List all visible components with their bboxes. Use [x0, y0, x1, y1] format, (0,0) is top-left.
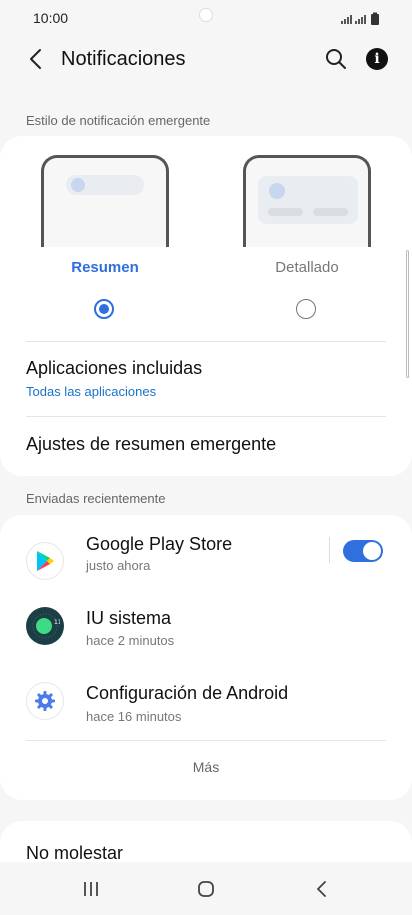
back-arrow-icon — [30, 49, 41, 69]
detailed-style-option[interactable] — [243, 155, 371, 247]
app-time: hace 16 minutos — [86, 709, 182, 724]
included-apps-title: Aplicaciones incluidas — [26, 358, 203, 378]
summary-style-option[interactable] — [41, 155, 169, 247]
style-label-summary: Resumen — [71, 259, 139, 276]
radio-detailed[interactable] — [296, 299, 316, 319]
navigation-bar — [0, 862, 412, 915]
app-name: Configuración de Android — [86, 683, 289, 703]
summary-settings-title: Ajustes de resumen emergente — [26, 434, 277, 454]
recents-button[interactable] — [82, 880, 100, 903]
app-row-android-settings[interactable]: Configuración de Android hace 16 minutos — [0, 675, 412, 741]
status-time: 10:00 — [33, 10, 69, 26]
search-icon — [326, 49, 346, 69]
home-button[interactable] — [197, 880, 215, 903]
do-not-disturb-title: No molestar — [26, 843, 124, 863]
more-button[interactable]: Más — [0, 741, 412, 795]
app-time: hace 2 minutos — [86, 633, 175, 648]
radio-summary[interactable] — [94, 299, 114, 319]
back-button[interactable] — [22, 46, 48, 72]
popup-style-card: Resumen Detallado Aplicaciones incluidas… — [0, 136, 412, 476]
detailed-preview — [243, 155, 371, 247]
recent-apps-card: Google Play Store justo ahora 11 IU sist… — [0, 515, 412, 800]
system-ui-icon: 11 — [26, 607, 64, 645]
info-icon[interactable]: i — [366, 48, 388, 70]
app-time: justo ahora — [86, 558, 151, 573]
camera-cutout — [199, 8, 213, 22]
style-label-detailed: Detallado — [275, 259, 339, 276]
page-title: Notificaciones — [61, 48, 186, 70]
summary-preview — [41, 155, 169, 247]
scrollbar[interactable] — [406, 250, 409, 378]
app-name: Google Play Store — [86, 534, 233, 554]
back-nav-button[interactable] — [313, 880, 331, 903]
play-store-icon — [26, 542, 64, 580]
section-label-recent: Enviadas recientemente — [26, 491, 166, 506]
signal-battery-icon — [341, 12, 379, 25]
more-label: Más — [192, 759, 220, 775]
toggle-divider — [329, 537, 330, 563]
svg-text:11: 11 — [54, 619, 60, 626]
summary-settings-row[interactable]: Ajustes de resumen emergente — [0, 417, 412, 475]
notification-toggle[interactable] — [343, 540, 383, 562]
section-label-popup-style: Estilo de notificación emergente — [26, 113, 211, 128]
recents-icon — [84, 882, 98, 896]
app-name: IU sistema — [86, 608, 172, 628]
app-row-system-ui[interactable]: 11 IU sistema hace 2 minutos — [0, 600, 412, 670]
search-button[interactable] — [322, 45, 350, 73]
status-icons — [340, 12, 382, 29]
app-row-play-store[interactable]: Google Play Store justo ahora — [0, 525, 412, 595]
home-icon — [198, 881, 214, 897]
back-nav-icon — [317, 881, 326, 897]
status-bar: 10:00 — [0, 0, 412, 36]
settings-gear-icon — [26, 682, 64, 720]
included-apps-row[interactable]: Aplicaciones incluidas Todas las aplicac… — [0, 342, 412, 416]
included-apps-value: Todas las aplicaciones — [26, 384, 157, 399]
